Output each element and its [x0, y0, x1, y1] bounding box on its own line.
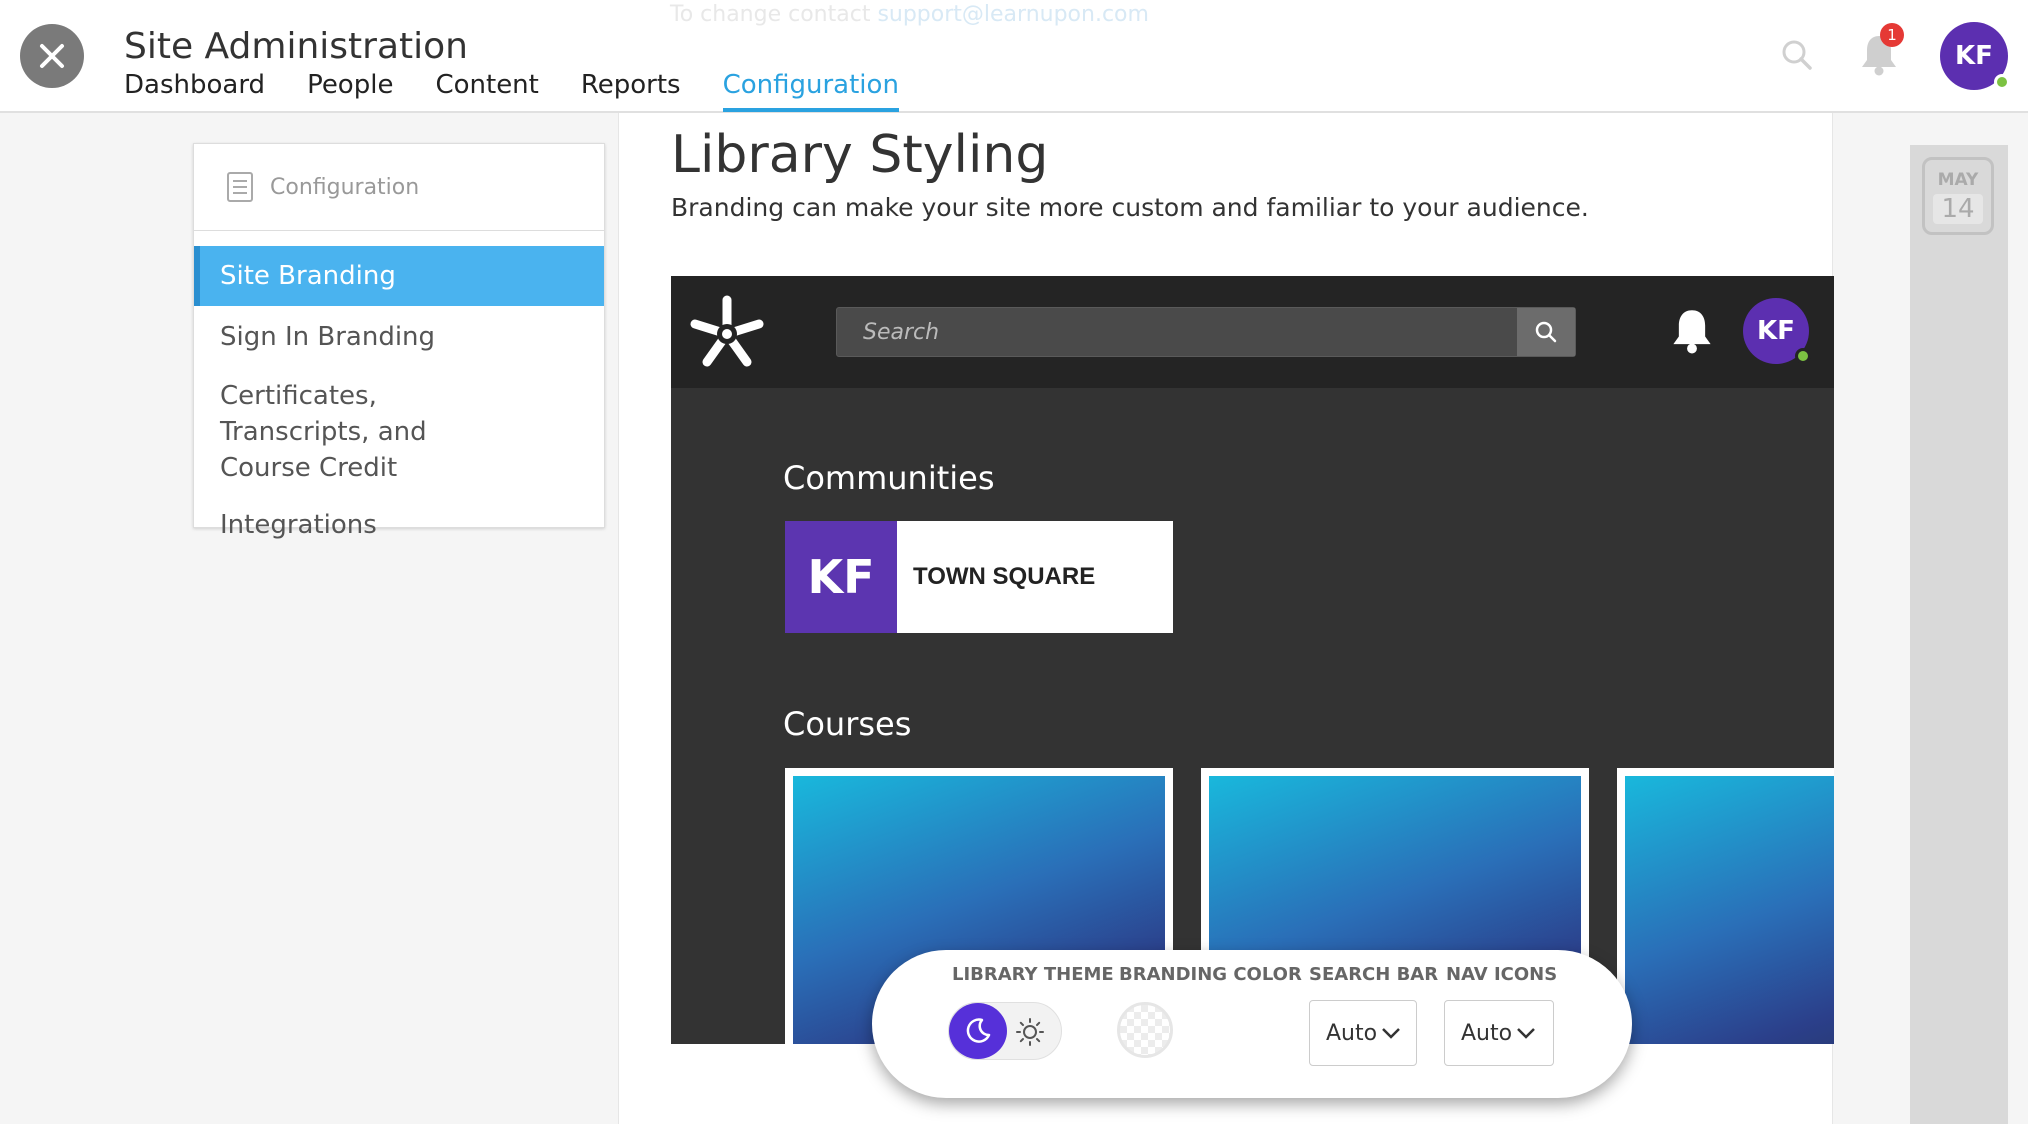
sidebar-item-site-branding[interactable]: Site Branding: [194, 246, 604, 306]
preview-header-bar: Search KF: [671, 276, 1834, 388]
page-subtitle: Branding can make your site more custom …: [671, 193, 1589, 222]
library-theme-toggle[interactable]: [948, 1002, 1062, 1060]
preview-online-dot: [1795, 348, 1811, 364]
nav-configuration[interactable]: Configuration: [722, 70, 899, 112]
nav-content[interactable]: Content: [435, 70, 538, 112]
sidebar-header: Configuration: [194, 144, 604, 231]
preview-avatar[interactable]: KF: [1743, 298, 1811, 364]
calendar-month: MAY: [1937, 170, 1979, 190]
course-thumbnail: [1625, 776, 1834, 1044]
library-theme-label: LIBRARY THEME: [952, 964, 1114, 985]
dark-theme-option[interactable]: [949, 1003, 1007, 1059]
chevron-down-icon: [1382, 1028, 1400, 1039]
calendar-day: 14: [1933, 194, 1983, 224]
branding-color-label: BRANDING COLOR: [1119, 964, 1302, 985]
preview-search-button[interactable]: [1517, 308, 1575, 356]
chevron-down-icon: [1517, 1028, 1535, 1039]
community-name: TOWN SQUARE: [913, 563, 1096, 590]
moon-icon: [966, 1018, 991, 1043]
snowflake-logo-icon: [690, 295, 764, 367]
nav-icons-label: NAV ICONS: [1446, 964, 1558, 985]
library-preview: Search KF Communities KF TOWN SQUARE Cou…: [671, 276, 1834, 1044]
community-tile: KF: [785, 521, 897, 633]
bell-icon: [1673, 310, 1711, 354]
nav-reports[interactable]: Reports: [581, 70, 681, 112]
main-nav: Dashboard People Content Reports Configu…: [124, 70, 941, 112]
contact-note-link[interactable]: support@learnupon.com: [877, 2, 1149, 27]
notification-badge: 1: [1880, 23, 1904, 47]
sun-icon: [1016, 1018, 1044, 1046]
online-status-dot: [1994, 74, 2010, 90]
sidebar-item-sign-in-branding[interactable]: Sign In Branding: [194, 306, 604, 368]
close-button[interactable]: [20, 24, 84, 88]
config-sidebar: Configuration Site Branding Sign In Bran…: [193, 143, 605, 540]
light-theme-option[interactable]: [1015, 1017, 1045, 1051]
preview-notifications[interactable]: [1671, 308, 1713, 358]
nav-icons-select[interactable]: Auto: [1444, 1000, 1554, 1066]
styling-toolbar: LIBRARY THEME BRANDING COLOR SEARCH BAR …: [872, 950, 1632, 1098]
user-avatar-initials: KF: [1955, 41, 1993, 71]
search-bar-select[interactable]: Auto: [1309, 1000, 1417, 1066]
branding-color-swatch[interactable]: [1117, 1002, 1173, 1058]
course-card[interactable]: [1617, 768, 1834, 1044]
nav-dashboard[interactable]: Dashboard: [124, 70, 265, 112]
sidebar-heading: Configuration: [270, 174, 420, 200]
header-search-button[interactable]: [1780, 38, 1814, 76]
preview-logo: [685, 292, 769, 380]
nav-icons-value: Auto: [1461, 1020, 1513, 1046]
sidebar-item-certificates[interactable]: Certificates, Transcripts, and Course Cr…: [194, 368, 524, 494]
document-icon: [227, 172, 253, 202]
community-card[interactable]: KF TOWN SQUARE: [785, 521, 1173, 633]
search-icon: [1782, 40, 1812, 70]
search-bar-value: Auto: [1326, 1020, 1378, 1046]
search-icon: [1535, 321, 1557, 343]
page-title: Library Styling: [671, 125, 1049, 185]
search-bar-label: SEARCH BAR: [1309, 964, 1439, 985]
close-icon: [40, 44, 64, 68]
contact-note-text: To change contact: [670, 2, 878, 27]
courses-heading: Courses: [783, 705, 912, 743]
calendar-widget[interactable]: MAY 14: [1922, 157, 1994, 235]
app-title: Site Administration: [124, 26, 468, 67]
top-bar: Site Administration To change contact su…: [0, 0, 2028, 113]
preview-search-bar[interactable]: Search: [836, 307, 1576, 357]
nav-people[interactable]: People: [307, 70, 393, 112]
user-avatar[interactable]: KF: [1940, 22, 2010, 90]
preview-avatar-initials: KF: [1757, 316, 1795, 346]
preview-search-placeholder: Search: [863, 320, 940, 345]
sidebar-item-integrations[interactable]: Integrations: [194, 494, 604, 556]
contact-note: To change contact support@learnupon.com: [670, 2, 1149, 27]
communities-heading: Communities: [783, 459, 995, 497]
right-rail: MAY 14: [1910, 145, 2008, 1124]
